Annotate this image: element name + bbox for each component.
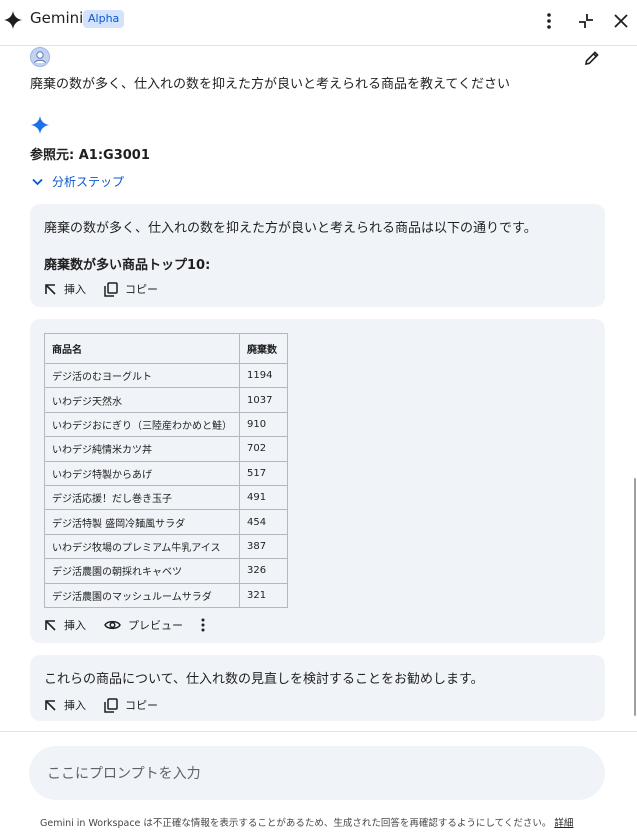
divider	[0, 731, 637, 732]
collapse-button[interactable]	[574, 9, 598, 33]
insert-arrow-icon	[45, 283, 56, 295]
waste-count-cell: 1037	[239, 387, 288, 413]
prompt-input[interactable]: ここにプロンプトを入力	[29, 746, 605, 800]
table-row: いわデジ純情米カツ丼 702	[44, 436, 288, 462]
copy-label: コピー	[125, 699, 158, 712]
preview-label: プレビュー	[128, 619, 183, 632]
table-row: いわデジ天然水 1037	[44, 387, 288, 413]
header-bar: Gemini Alpha	[0, 0, 637, 46]
disclaimer-footer: Gemini in Workspace は不正確な情報を表示することがあるため、…	[40, 815, 573, 829]
card1-actions: 挿入 コピー	[44, 281, 158, 297]
table-more-button[interactable]	[201, 618, 205, 632]
waste-count-cell: 454	[239, 509, 288, 535]
product-name-cell: いわデジ牧場のプレミアム牛乳アイス	[44, 533, 240, 560]
copy-button[interactable]: コピー	[104, 281, 158, 297]
user-prompt-text: 廃棄の数が多く、仕入れの数を抑えた方が良いと考えられる商品を教えてください	[30, 77, 510, 92]
product-name-cell: デジ活のむヨーグルト	[44, 362, 240, 389]
insert-label: 挿入	[64, 699, 86, 712]
table-row: デジ活応援！だし巻き玉子 491	[44, 484, 288, 511]
copy-icon	[104, 281, 118, 297]
disclaimer-text: Gemini in Workspace は不正確な情報を表示することがあるため、…	[40, 818, 552, 829]
more-options-button[interactable]	[537, 9, 561, 33]
analysis-steps-toggle[interactable]: 分析ステップ	[32, 173, 124, 190]
more-vert-icon	[201, 618, 205, 632]
gemini-spark-icon	[3, 10, 23, 30]
product-name-cell: いわデジ純情米カツ丼	[44, 436, 240, 462]
insert-button[interactable]: 挿入	[44, 281, 86, 297]
alpha-badge: Alpha	[83, 10, 125, 28]
product-name-cell: いわデジ天然水	[44, 387, 240, 413]
copy-label: コピー	[125, 283, 158, 296]
response-card-recommendation: これらの商品について、仕入れ数の見直しを検討することをお勧めします。 挿入 コピ…	[30, 655, 605, 721]
product-name-cell: デジ活農園の朝採れキャベツ	[44, 558, 240, 584]
table-row: デジ活農園の朝採れキャベツ 326	[44, 558, 288, 584]
source-reference: 参照元: A1:G3001	[30, 148, 150, 163]
table-header-row: 商品名 廃棄数	[44, 333, 288, 364]
copy-button[interactable]: コピー	[104, 697, 158, 713]
table-row: いわデジ特製からあげ 517	[44, 460, 288, 486]
copy-icon	[104, 697, 118, 713]
waste-count-cell: 387	[239, 533, 288, 560]
product-name-cell: デジ活特製 盛岡冷麺風サラダ	[44, 509, 240, 535]
table-row: いわデジ牧場のプレミアム牛乳アイス 387	[44, 533, 288, 560]
response-card-intro: 廃棄の数が多く、仕入れの数を抑えた方が良いと考えられる商品は以下の通りです。 廃…	[30, 204, 605, 307]
insert-arrow-icon	[45, 699, 56, 711]
table-row: デジ活農園のマッシュルームサラダ 321	[44, 582, 288, 608]
insert-label: 挿入	[64, 619, 86, 632]
insert-button[interactable]: 挿入	[44, 697, 86, 713]
waste-count-cell: 1194	[239, 362, 288, 389]
edit-pencil-icon[interactable]	[583, 49, 601, 67]
product-name-cell: いわデジ特製からあげ	[44, 460, 240, 486]
chevron-down-icon	[32, 178, 43, 185]
app-title: Gemini	[30, 9, 84, 27]
response-card-table: 商品名 廃棄数 デジ活のむヨーグルト 1194 いわデジ天然水 1037 いわデジお…	[30, 319, 605, 643]
close-icon	[614, 14, 628, 28]
product-name-cell: デジ活応援！だし巻き玉子	[44, 484, 240, 511]
product-name-cell: いわデジおにぎり（三陸産わかめと鮭）	[44, 411, 240, 438]
eye-icon	[104, 620, 121, 630]
close-button[interactable]	[609, 9, 633, 33]
waste-count-cell: 326	[239, 558, 288, 584]
gemini-response-icon	[30, 115, 50, 135]
user-avatar-icon	[30, 47, 50, 67]
card3-actions: 挿入 コピー	[44, 697, 158, 713]
column-header-product: 商品名	[44, 333, 240, 364]
waste-count-cell: 910	[239, 411, 288, 438]
table-insert-button[interactable]: 挿入	[44, 617, 86, 633]
collapse-icon	[579, 14, 593, 28]
analysis-steps-label: 分析ステップ	[52, 175, 125, 189]
table-row: デジ活のむヨーグルト 1194	[44, 362, 288, 389]
waste-count-cell: 321	[239, 582, 288, 608]
details-link[interactable]: 詳細	[554, 818, 573, 829]
table-actions: 挿入 プレビュー	[44, 617, 205, 633]
waste-count-cell: 517	[239, 460, 288, 486]
more-vert-icon	[547, 13, 551, 29]
table-row: いわデジおにぎり（三陸産わかめと鮭） 910	[44, 411, 288, 438]
prompt-input-placeholder: ここにプロンプトを入力	[47, 766, 201, 782]
insert-arrow-icon	[45, 619, 56, 631]
intro-text: 廃棄の数が多く、仕入れの数を抑えた方が良いと考えられる商品は以下の通りです。	[44, 221, 537, 236]
waste-count-cell: 491	[239, 484, 288, 511]
top10-heading: 廃棄数が多い商品トップ10:	[44, 258, 211, 273]
insert-label: 挿入	[64, 283, 86, 296]
recommendation-text: これらの商品について、仕入れ数の見直しを検討することをお勧めします。	[44, 672, 484, 687]
preview-button[interactable]: プレビュー	[104, 617, 183, 633]
waste-count-cell: 702	[239, 436, 288, 462]
product-name-cell: デジ活農園のマッシュルームサラダ	[44, 582, 240, 608]
table-row: デジ活特製 盛岡冷麺風サラダ 454	[44, 509, 288, 535]
scrollbar[interactable]	[634, 478, 636, 716]
column-header-waste: 廃棄数	[239, 333, 288, 364]
waste-table: 商品名 廃棄数 デジ活のむヨーグルト 1194 いわデジ天然水 1037 いわデジお…	[44, 333, 288, 608]
